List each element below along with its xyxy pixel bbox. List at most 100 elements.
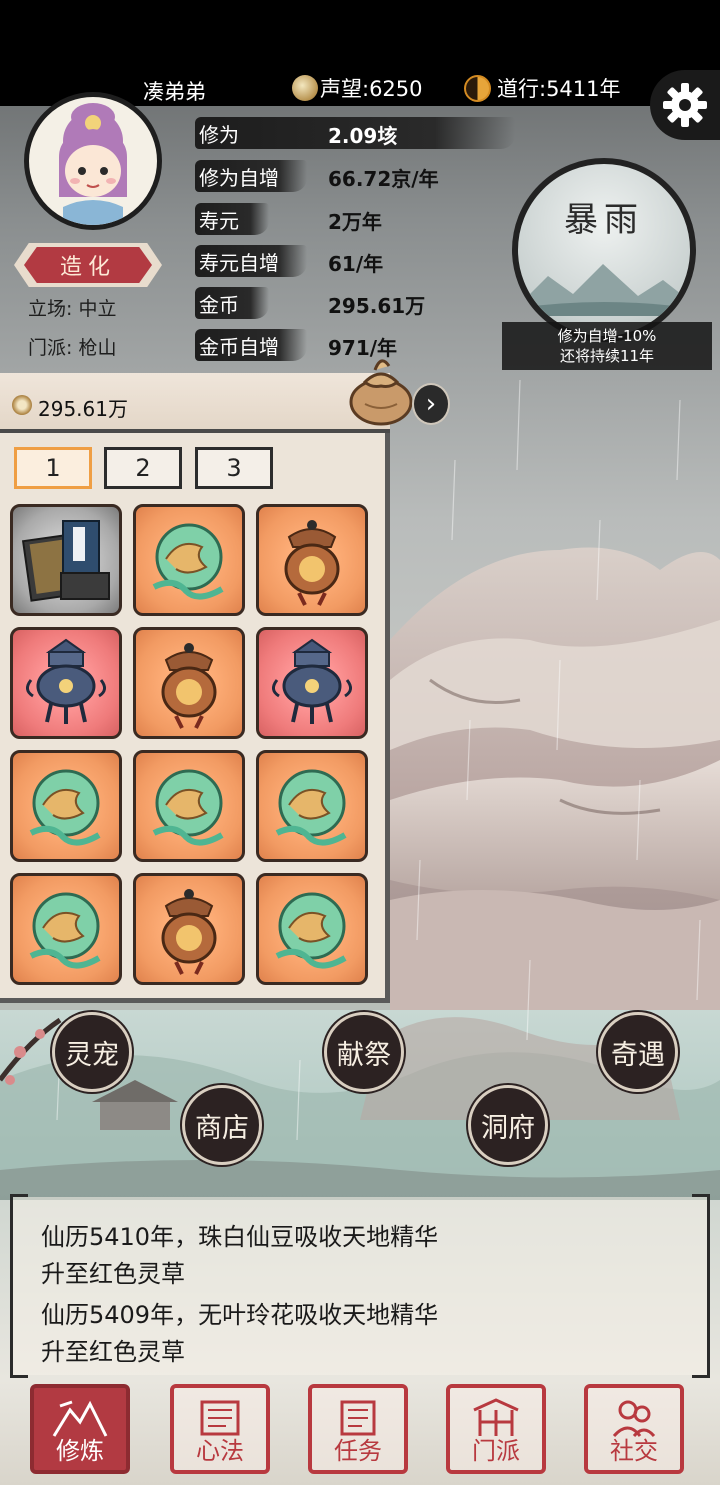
weather-effect-note: 修为自增-10% 还将持续11年	[502, 322, 712, 370]
jade-orb-icon	[275, 892, 347, 969]
realm-badge-button[interactable]: 造化	[14, 243, 162, 287]
weather-duration: 还将持续11年	[559, 347, 655, 365]
jade-orb-icon	[29, 892, 101, 969]
shop-button[interactable]: 商店	[182, 1085, 262, 1165]
cave-dwelling-button[interactable]: 洞府	[468, 1085, 548, 1165]
jade-orb-icon	[29, 769, 101, 846]
encounter-button-label: 奇遇	[611, 1039, 665, 1071]
inventory-slot[interactable]	[10, 504, 122, 616]
inventory-slot[interactable]	[256, 627, 368, 739]
log-corner	[692, 1194, 710, 1212]
stat-label: 金币自增	[199, 335, 279, 359]
player-avatar[interactable]	[24, 92, 162, 230]
nav-sect[interactable]: 门派	[446, 1384, 546, 1474]
settings-button[interactable]	[650, 70, 720, 140]
nav-cultivate[interactable]: 修炼	[30, 1384, 130, 1474]
weather-effect: 修为自增-10%	[557, 327, 657, 345]
sect-label: 门派: 枪山	[28, 337, 117, 359]
offering-button[interactable]: 献祭	[324, 1012, 404, 1092]
reputation-display: 声望:6250	[292, 73, 423, 103]
stat-value: 2万年	[328, 210, 382, 234]
dao-display: 道行:5411年	[464, 73, 621, 103]
inventory-slot[interactable]	[10, 627, 122, 739]
stat-row-cultivation: 修为 2.09垓	[195, 113, 525, 151]
jade-orb-icon	[152, 523, 224, 600]
inventory-slot[interactable]	[133, 750, 245, 862]
inventory-slot[interactable]	[256, 504, 368, 616]
log-line: 仙历5409年，无叶玲花吸收天地精华	[41, 1301, 439, 1329]
stat-label: 寿元自增	[199, 251, 279, 275]
inventory-slot[interactable]	[133, 504, 245, 616]
pet-button-label: 灵宠	[65, 1039, 119, 1071]
inventory-slot[interactable]	[10, 750, 122, 862]
book-box-icon	[21, 520, 110, 602]
stat-label: 寿元	[199, 209, 239, 233]
cave-button-label: 洞府	[481, 1112, 535, 1144]
stat-label: 金币	[199, 293, 239, 317]
bronze-lantern-icon	[161, 643, 217, 729]
log-line: 仙历5410年，珠白仙豆吸收天地精华	[41, 1223, 439, 1251]
sect-gate-icon	[473, 1398, 519, 1436]
reputation-text: 声望:6250	[320, 77, 423, 101]
gear-icon	[663, 83, 707, 127]
stat-label: 修为自增	[199, 166, 279, 190]
weather-mountain-icon	[518, 264, 690, 316]
log-corner	[10, 1194, 28, 1212]
weather-title: 暴雨	[564, 200, 644, 240]
bronze-lantern-icon	[161, 889, 217, 975]
pet-button[interactable]: 灵宠	[52, 1012, 132, 1092]
log-line: 升至红色灵草	[41, 1338, 185, 1366]
stance-label: 立场: 中立	[28, 298, 117, 320]
jade-orb-icon	[152, 769, 224, 846]
page-tab-label: 1	[45, 454, 61, 482]
stat-row-lifespan: 寿元 2万年	[195, 199, 525, 237]
shop-button-label: 商店	[195, 1112, 249, 1144]
stat-row-cultivation-rate: 修为自增 66.72京/年	[195, 156, 525, 194]
page-tab-label: 3	[226, 454, 242, 482]
log-line: 升至红色灵草	[41, 1260, 185, 1288]
chevron-right-icon: ›	[425, 389, 437, 419]
avatar-portrait	[59, 103, 127, 225]
inventory-page-tab-3[interactable]: 3	[195, 447, 273, 489]
inventory-slot[interactable]	[133, 627, 245, 739]
inventory-page-tab-1[interactable]: 1	[14, 447, 92, 489]
inventory-page-tab-2[interactable]: 2	[104, 447, 182, 489]
stat-value: 2.09垓	[328, 124, 398, 148]
inventory-slot[interactable]	[256, 873, 368, 985]
yin-yang-icon	[464, 74, 491, 102]
inventory-slot[interactable]	[256, 750, 368, 862]
stat-value: 295.61万	[328, 294, 426, 318]
inventory-slot[interactable]	[133, 873, 245, 985]
jade-orb-icon	[275, 769, 347, 846]
inventory-slot[interactable]	[10, 873, 122, 985]
bronze-lantern-icon	[284, 520, 340, 606]
log-corner	[10, 1360, 28, 1378]
inventory-expand-button[interactable]: ›	[412, 383, 450, 425]
log-corner	[692, 1360, 710, 1378]
stat-label: 修为	[199, 123, 239, 147]
nav-mind-method[interactable]: 心法	[170, 1384, 270, 1474]
task-scroll-icon	[340, 1400, 376, 1436]
player-name: 凑弟弟	[143, 80, 206, 104]
weather-badge[interactable]: 暴雨	[512, 158, 696, 342]
blue-censer-icon	[272, 638, 352, 724]
inventory-header: 295.61万	[0, 373, 390, 433]
page-tab-label: 2	[135, 454, 151, 482]
event-log[interactable]: 仙历5410年，珠白仙豆吸收天地精华 升至红色灵草 仙历5409年，无叶玲花吸收…	[10, 1194, 710, 1378]
blue-censer-icon	[26, 638, 106, 724]
stat-value: 66.72京/年	[328, 167, 439, 191]
nav-tasks[interactable]: 任务	[308, 1384, 408, 1474]
nav-social[interactable]: 社交	[584, 1384, 684, 1474]
reputation-coin-icon	[292, 75, 318, 101]
realm-badge-label: 造化	[24, 247, 152, 283]
scroll-icon	[200, 1400, 240, 1436]
people-icon	[612, 1400, 656, 1438]
encounter-button[interactable]: 奇遇	[598, 1012, 678, 1092]
stat-row-lifespan-rate: 寿元自增 61/年	[195, 241, 525, 279]
mountain-icon	[52, 1400, 108, 1437]
stat-row-gold: 金币 295.61万	[195, 283, 525, 321]
inventory-money: 295.61万	[38, 397, 128, 421]
offering-button-label: 献祭	[337, 1039, 391, 1071]
bag-icon[interactable]	[345, 346, 419, 428]
coin-icon	[12, 395, 32, 415]
